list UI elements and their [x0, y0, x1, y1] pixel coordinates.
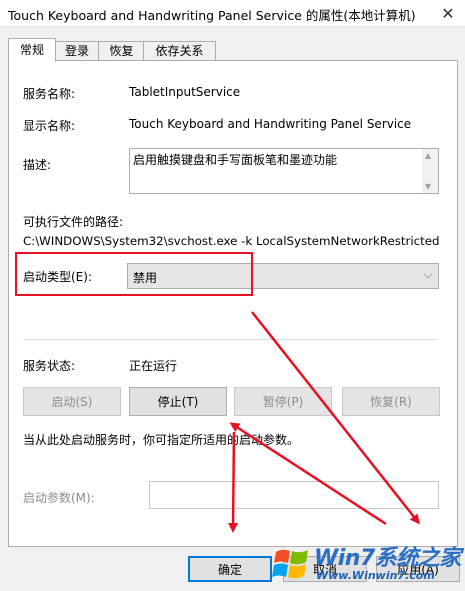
service-name-value: TabletInputService — [129, 85, 241, 99]
watermark-url: Www.Winwin7.com — [316, 569, 435, 582]
tab-logon[interactable]: 登录 — [54, 41, 100, 61]
scroll-down-icon[interactable]: ▼ — [425, 182, 431, 191]
windows-logo-icon — [272, 549, 308, 579]
tab-dependencies[interactable]: 依存关系 — [143, 41, 216, 61]
resume-button[interactable]: 恢复(R) — [342, 387, 440, 416]
scroll-up-icon[interactable]: ▲ — [425, 151, 431, 160]
tab-general[interactable]: 常规 — [8, 38, 56, 62]
pause-button[interactable]: 暂停(P) — [234, 387, 332, 416]
display-name-value: Touch Keyboard and Handwriting Panel Ser… — [129, 117, 412, 131]
stop-button[interactable]: 停止(T) — [129, 387, 227, 416]
chevron-down-icon: ⌵ — [423, 268, 432, 281]
exe-path-value: C:\WINDOWS\System32\svchost.exe -k Local… — [23, 234, 440, 248]
close-icon[interactable]: ✕ — [431, 0, 465, 26]
annotation-highlight-box — [15, 252, 253, 296]
general-panel: 服务名称: TabletInputService 显示名称: Touch Key… — [8, 60, 458, 547]
start-params-label: 启动参数(M): — [23, 491, 95, 505]
display-name-label: 显示名称: — [23, 119, 76, 133]
site-watermark: Win7系统之家 Www.Winwin7.com — [270, 540, 465, 591]
divider — [23, 339, 437, 340]
service-status-value: 正在运行 — [129, 359, 178, 373]
start-params-input[interactable] — [149, 481, 439, 509]
description-box[interactable]: 启用触摸键盘和手写面板笔和墨迹功能 ▲ ▼ — [129, 148, 439, 194]
window-title: Touch Keyboard and Handwriting Panel Ser… — [8, 8, 416, 23]
description-label: 描述: — [23, 158, 52, 172]
start-params-hint: 当从此处启动服务时，你可指定所适用的启动参数。 — [23, 433, 300, 447]
start-button[interactable]: 启动(S) — [23, 387, 121, 416]
ok-button[interactable]: 确定 — [188, 556, 272, 582]
service-status-label: 服务状态: — [23, 359, 76, 373]
title-bar: Touch Keyboard and Handwriting Panel Ser… — [0, 0, 465, 27]
tab-recovery[interactable]: 恢复 — [98, 41, 145, 61]
description-scrollbar[interactable]: ▲ ▼ — [422, 149, 438, 193]
description-text: 启用触摸键盘和手写面板笔和墨迹功能 — [133, 153, 338, 167]
service-name-label: 服务名称: — [23, 87, 76, 101]
exe-path-label: 可执行文件的路径: — [23, 215, 124, 229]
watermark-brand: Win7系统之家 — [314, 546, 461, 571]
